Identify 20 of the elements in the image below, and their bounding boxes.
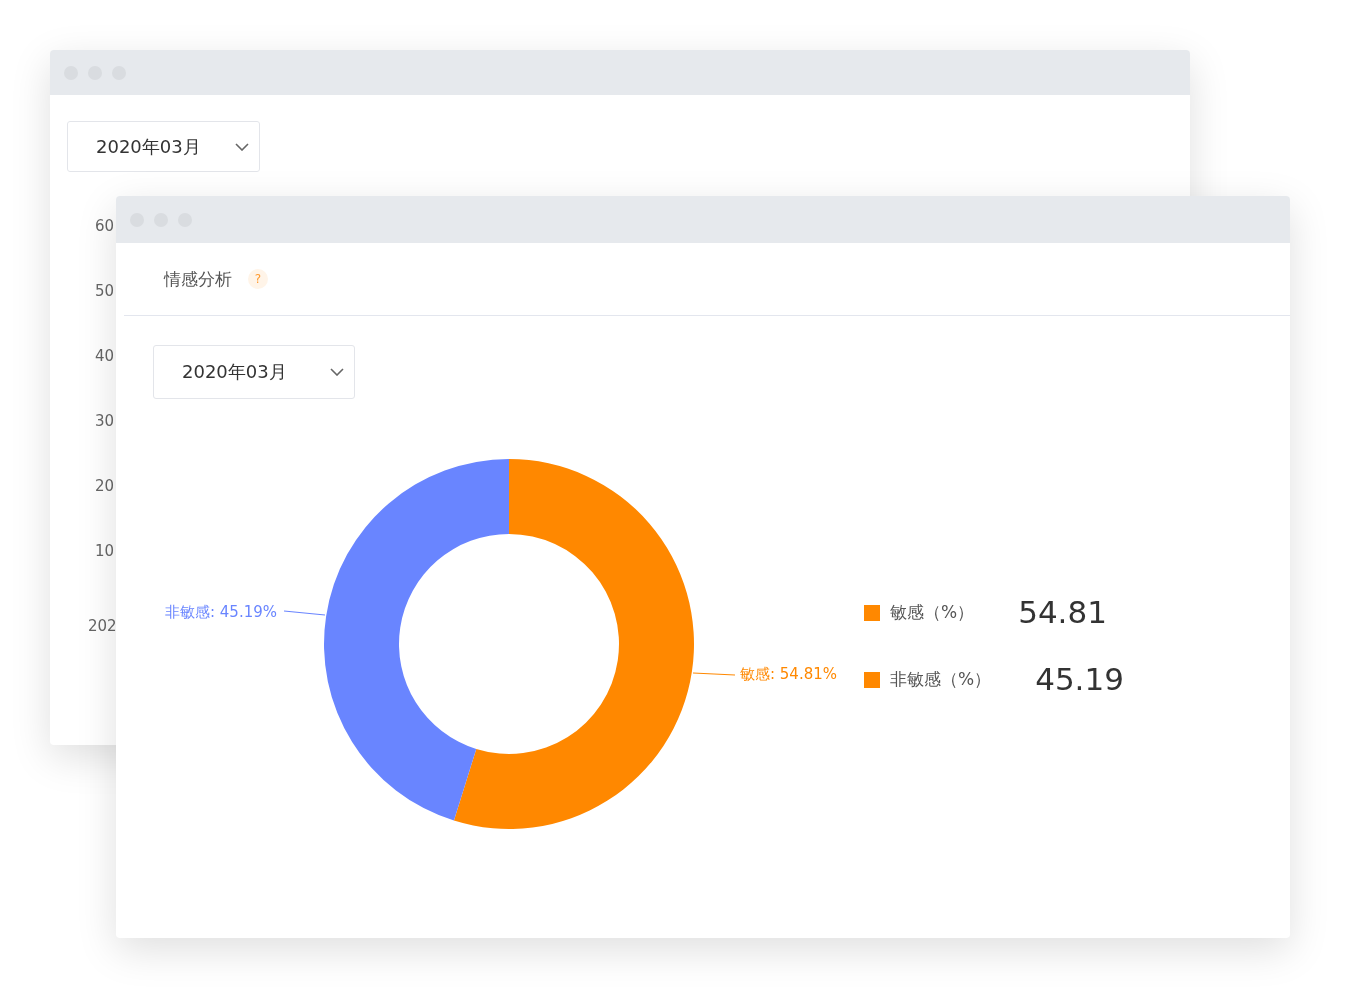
panel-title: 情感分析 [164, 267, 232, 291]
date-select[interactable]: 2020年03月 [153, 345, 355, 399]
legend-label: 非敏感（%） [890, 668, 992, 691]
axis-label: 50 [95, 281, 115, 301]
date-select[interactable]: 2020年03月 [67, 121, 260, 172]
leader-line [692, 672, 736, 676]
axis-label: 10 [95, 541, 115, 561]
legend-value: 45.19 [1035, 661, 1124, 698]
data-label: 敏感: 54.81% [740, 665, 838, 683]
chevron-down-icon [235, 142, 249, 151]
leader-line [283, 610, 326, 616]
data-label: 非敏感: 45.19% [164, 603, 277, 621]
axis-label: 60 [95, 216, 115, 236]
axis-label: 30 [95, 411, 115, 431]
axis-label: 20 [95, 476, 115, 496]
legend-value: 54.81 [1018, 594, 1107, 631]
legend-label: 敏感（%） [890, 601, 975, 624]
axis-label: 202 [88, 616, 117, 636]
chevron-down-icon [330, 368, 344, 376]
axis-label: 40 [95, 346, 115, 366]
